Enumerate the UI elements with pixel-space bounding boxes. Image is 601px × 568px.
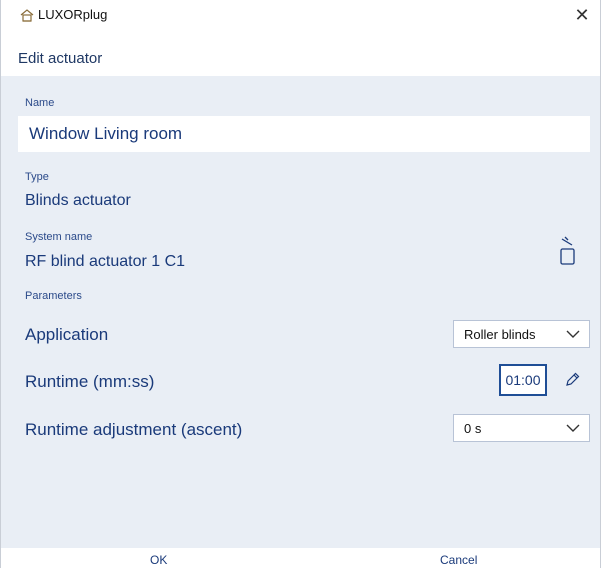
dialog-footer: OK Cancel <box>1 548 600 568</box>
cancel-button[interactable]: Cancel <box>440 553 477 567</box>
system-name-value: RF blind actuator 1 C1 <box>25 253 186 270</box>
parameters-label: Parameters <box>25 290 82 302</box>
runtime-adjustment-select[interactable]: 0 s <box>453 414 590 442</box>
trash-icon[interactable] <box>558 236 578 266</box>
application-selected: Roller blinds <box>464 327 536 342</box>
close-icon[interactable]: ✕ <box>570 2 594 28</box>
application-select[interactable]: Roller blinds <box>453 320 590 348</box>
page-title: Edit actuator <box>18 50 103 67</box>
runtime-label: Runtime (mm:ss) <box>25 372 155 391</box>
name-label: Name <box>25 97 55 109</box>
chevron-down-icon <box>566 330 580 338</box>
type-value: Blinds actuator <box>25 192 131 209</box>
name-input[interactable]: Window Living room <box>18 116 590 152</box>
system-name-label: System name <box>25 231 93 243</box>
type-label: Type <box>25 171 49 183</box>
runtime-adjustment-label: Runtime adjustment (ascent) <box>25 420 243 439</box>
title-bar: LUXORplug ✕ <box>1 0 600 30</box>
dialog-window: LUXORplug ✕ Edit actuator Name Window Li… <box>0 0 601 568</box>
runtime-field[interactable]: 01:00 <box>499 364 547 396</box>
dialog-header: Edit actuator <box>1 30 600 76</box>
chevron-down-icon <box>566 424 580 432</box>
runtime-adjustment-selected: 0 s <box>464 421 482 436</box>
window-title: LUXORplug <box>38 7 108 22</box>
house-icon <box>20 9 34 22</box>
application-label: Application <box>25 325 109 344</box>
ok-button[interactable]: OK <box>150 553 167 567</box>
pencil-icon[interactable] <box>564 372 580 388</box>
